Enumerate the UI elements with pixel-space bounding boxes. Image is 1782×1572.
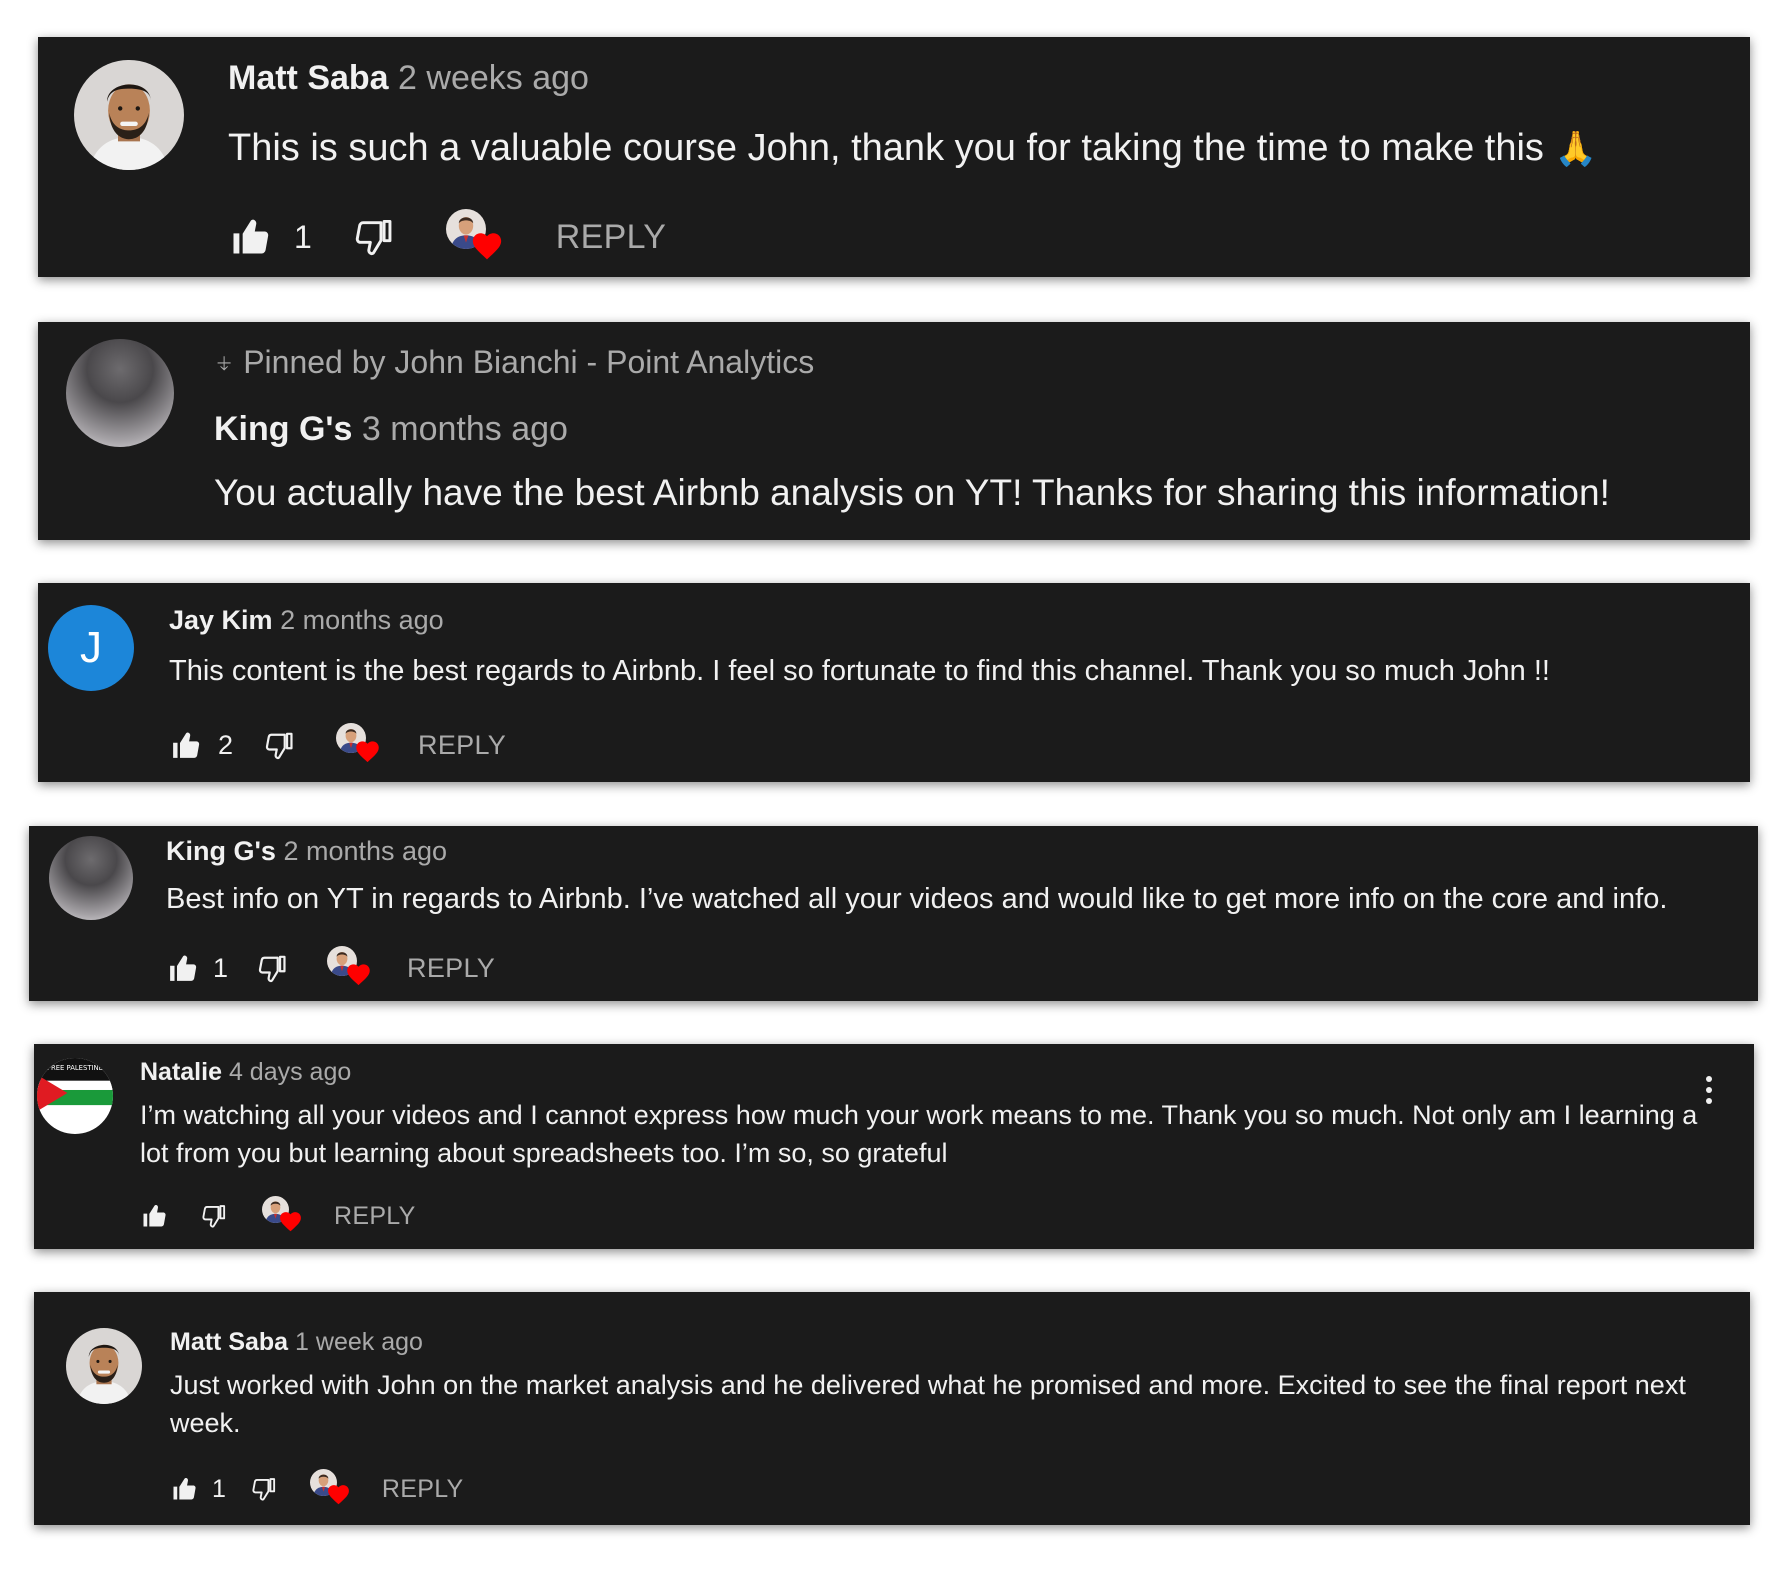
like-count: 1 [212, 1474, 226, 1503]
dislike-icon[interactable] [200, 1202, 228, 1230]
reply-button[interactable]: REPLY [334, 1202, 416, 1231]
creator-heart [262, 1196, 304, 1236]
author-name[interactable]: Natalie [140, 1058, 222, 1086]
pinned-label: ⍖ Pinned by John Bianchi - Point Analytic… [214, 344, 814, 382]
more-options-icon[interactable] [1704, 1074, 1714, 1108]
reply-button[interactable]: REPLY [556, 218, 666, 257]
avatar[interactable] [49, 836, 133, 920]
avatar[interactable] [37, 1058, 113, 1134]
comment-card: ⍖ Pinned by John Bianchi - Point Analytic… [38, 322, 1750, 540]
reply-button[interactable]: REPLY [418, 730, 506, 761]
comment-card: Matt Saba 2 weeks ago This is such a val… [38, 37, 1750, 277]
dislike-icon[interactable] [256, 952, 289, 985]
comment-text: Best info on YT in regards to Airbnb. I’… [166, 883, 1668, 915]
author-name[interactable]: Matt Saba [170, 1328, 288, 1356]
timestamp[interactable]: 2 weeks ago [398, 59, 589, 97]
heart-icon [326, 1482, 351, 1507]
comment-actions: REPLY [140, 1196, 416, 1236]
comment-header: King G's 3 months ago [214, 410, 568, 449]
heart-icon [345, 961, 372, 988]
person-photo-icon [74, 60, 184, 170]
author-name[interactable]: King G's [166, 836, 276, 866]
comment-card: Matt Saba 1 week ago Just worked with Jo… [34, 1292, 1750, 1525]
avatar[interactable] [66, 339, 174, 447]
comment-header: King G's 2 months ago [166, 836, 447, 867]
comment-header: Natalie 4 days ago [140, 1058, 351, 1087]
like-icon[interactable] [170, 1475, 198, 1503]
comment-actions: 2 REPLY [169, 723, 506, 767]
comment-text-content: This is such a valuable course John, tha… [228, 127, 1544, 169]
dislike-icon[interactable] [250, 1475, 278, 1503]
creator-heart [327, 946, 373, 990]
timestamp[interactable]: 2 months ago [283, 836, 447, 866]
comment-text: This content is the best regards to Airb… [169, 655, 1550, 687]
praying-hands-emoji: 🙏 [1554, 130, 1597, 168]
comment-text: You actually have the best Airbnb analys… [214, 472, 1610, 513]
comment-actions: 1 REPLY [170, 1469, 464, 1509]
comment-text: This is such a valuable course John, tha… [228, 127, 1597, 170]
comment-actions: 1 REPLY [166, 946, 495, 990]
comment-text: Just worked with John on the market anal… [170, 1370, 1686, 1438]
author-name[interactable]: Matt Saba [228, 59, 389, 97]
comment-header: Matt Saba 1 week ago [170, 1328, 423, 1357]
like-icon[interactable] [169, 729, 202, 762]
like-icon[interactable] [140, 1202, 168, 1230]
like-icon[interactable] [166, 952, 199, 985]
flag-avatar-icon [37, 1058, 113, 1134]
timestamp[interactable]: 4 days ago [229, 1058, 351, 1086]
heart-icon [278, 1209, 303, 1234]
avatar[interactable]: J [48, 605, 134, 691]
like-count: 2 [218, 729, 234, 760]
comment-actions: 1 REPLY [228, 212, 666, 262]
author-name[interactable]: Jay Kim [169, 605, 273, 635]
timestamp[interactable]: 2 months ago [280, 605, 444, 635]
pinned-text: Pinned by John Bianchi - Point Analytics [243, 344, 815, 380]
author-name[interactable]: King G's [214, 410, 352, 448]
pin-icon: ⍖ [214, 344, 234, 380]
like-count: 1 [294, 218, 312, 255]
dislike-icon[interactable] [263, 729, 296, 762]
comment-text: I’m watching all your videos and I canno… [140, 1100, 1698, 1168]
creator-heart [446, 209, 506, 265]
heart-icon [470, 229, 504, 263]
avatar-letter: J [80, 623, 102, 672]
comment-card: Natalie 4 days ago I’m watching all your… [34, 1044, 1754, 1249]
creator-heart [336, 723, 382, 767]
like-count: 1 [213, 952, 229, 983]
creator-heart [310, 1469, 352, 1509]
reply-button[interactable]: REPLY [407, 953, 495, 984]
person-photo-icon [66, 1328, 142, 1404]
avatar[interactable] [66, 1328, 142, 1404]
comment-header: Matt Saba 2 weeks ago [228, 59, 589, 98]
avatar[interactable] [74, 60, 184, 170]
comment-header: Jay Kim 2 months ago [169, 605, 444, 636]
comment-card: J Jay Kim 2 months ago This content is t… [38, 583, 1750, 782]
dislike-icon[interactable] [352, 215, 396, 259]
reply-button[interactable]: REPLY [382, 1475, 464, 1504]
timestamp[interactable]: 3 months ago [362, 410, 568, 448]
like-icon[interactable] [228, 215, 272, 259]
heart-icon [354, 738, 381, 765]
timestamp[interactable]: 1 week ago [295, 1328, 423, 1356]
comment-card: King G's 2 months ago Best info on YT in… [29, 826, 1758, 1001]
